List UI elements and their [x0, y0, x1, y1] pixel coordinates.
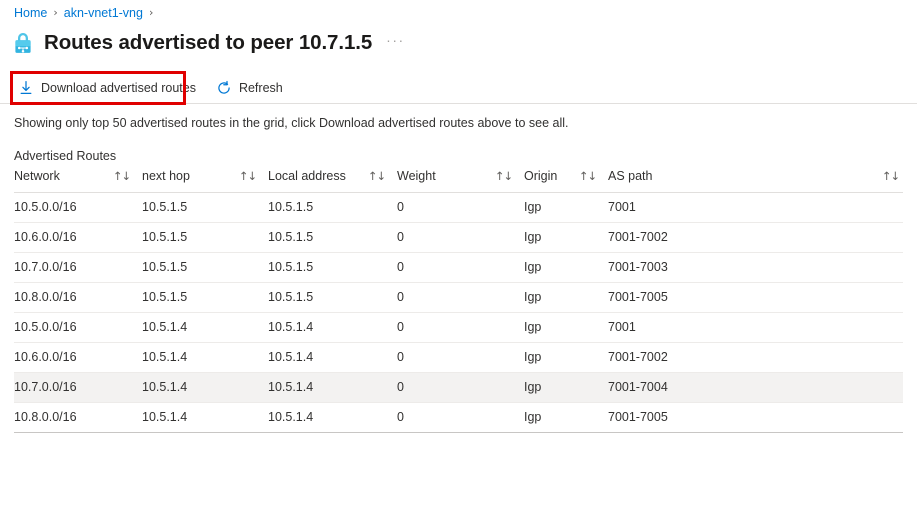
column-header-next-hop[interactable]: next hop ↑↓ [142, 169, 268, 193]
download-advertised-routes-button[interactable]: Download advertised routes [14, 74, 204, 102]
table-header-row: Network ↑↓ next hop ↑↓ Local address ↑↓ … [14, 169, 903, 193]
download-icon [18, 80, 34, 96]
table-row[interactable]: 10.6.0.0/16 10.5.1.4 10.5.1.4 0 Igp 7001-7002 [14, 342, 903, 373]
breadcrumb-separator-icon-2: › [148, 6, 154, 19]
table-body: 10.5.0.0/16 10.5.1.5 10.5.1.5 0 Igp 7001 10.6.… [14, 192, 903, 433]
table-row[interactable]: 10.8.0.0/16 10.5.1.4 10.5.1.4 0 Igp 7001-7005 [14, 402, 903, 433]
cell-origin: Igp [524, 402, 608, 433]
cell-origin: Igp [524, 312, 608, 343]
cell-origin: Igp [524, 192, 608, 223]
sort-origin-icon[interactable]: ↑↓ [579, 169, 597, 183]
cell-next_hop: 10.5.1.5 [142, 222, 268, 253]
table-row[interactable]: 10.7.0.0/16 10.5.1.5 10.5.1.5 0 Igp 7001-7003 [14, 252, 903, 283]
cell-as_path: 7001-7003 [608, 252, 903, 283]
page-header: Routes advertised to peer 10.7.1.5 ··· [12, 29, 405, 57]
cell-network: 10.8.0.0/16 [14, 402, 142, 433]
cell-next_hop: 10.5.1.5 [142, 282, 268, 313]
cell-next_hop: 10.5.1.4 [142, 372, 268, 403]
cell-as_path: 7001-7005 [608, 282, 903, 313]
cell-weight: 0 [397, 252, 524, 283]
cell-network: 10.5.0.0/16 [14, 192, 142, 223]
cell-origin: Igp [524, 282, 608, 313]
cell-network: 10.6.0.0/16 [14, 222, 142, 253]
table-row[interactable]: 10.7.0.0/16 10.5.1.4 10.5.1.4 0 Igp 7001-7004 [14, 372, 903, 403]
more-options-button[interactable]: ··· [386, 33, 405, 52]
cell-weight: 0 [397, 342, 524, 373]
column-header-origin-label: Origin [524, 169, 558, 183]
column-header-as-path[interactable]: AS path ↑↓ [608, 169, 903, 193]
sort-local-address-icon[interactable]: ↑↓ [368, 169, 386, 183]
breadcrumb: Home › akn-vnet1-vng › [14, 5, 159, 21]
table-row[interactable]: 10.5.0.0/16 10.5.1.4 10.5.1.4 0 Igp 7001 [14, 312, 903, 343]
column-header-origin[interactable]: Origin ↑↓ [524, 169, 608, 193]
cell-as_path: 7001-7002 [608, 342, 903, 373]
cell-network: 10.5.0.0/16 [14, 312, 142, 343]
column-header-local-address[interactable]: Local address ↑↓ [268, 169, 397, 193]
cell-weight: 0 [397, 372, 524, 403]
sort-network-icon[interactable]: ↑↓ [113, 169, 131, 183]
vpn-gateway-padlock-icon [12, 31, 34, 55]
top-routes-notice: Showing only top 50 advertised routes in… [14, 116, 569, 130]
cell-as_path: 7001-7002 [608, 222, 903, 253]
cell-origin: Igp [524, 372, 608, 403]
cell-network: 10.7.0.0/16 [14, 252, 142, 283]
cell-local_address: 10.5.1.5 [268, 222, 397, 253]
cell-network: 10.7.0.0/16 [14, 372, 142, 403]
breadcrumb-item-vnet-gateway[interactable]: akn-vnet1-vng [64, 5, 143, 21]
cell-next_hop: 10.5.1.4 [142, 402, 268, 433]
cell-as_path: 7001-7005 [608, 402, 903, 433]
table-row[interactable]: 10.8.0.0/16 10.5.1.5 10.5.1.5 0 Igp 7001-7005 [14, 282, 903, 313]
cell-local_address: 10.5.1.4 [268, 402, 397, 433]
column-header-next-hop-label: next hop [142, 169, 190, 183]
page-title: Routes advertised to peer 10.7.1.5 [44, 31, 373, 54]
refresh-label: Refresh [238, 81, 283, 95]
sort-weight-icon[interactable]: ↑↓ [495, 169, 513, 183]
breadcrumb-item-home[interactable]: Home [14, 5, 47, 21]
cell-weight: 0 [397, 312, 524, 343]
cell-origin: Igp [524, 342, 608, 373]
command-bar: Download advertised routes Refresh [0, 73, 917, 103]
refresh-icon [216, 80, 232, 96]
cell-weight: 0 [397, 402, 524, 433]
cell-as_path: 7001-7004 [608, 372, 903, 403]
cell-next_hop: 10.5.1.5 [142, 252, 268, 283]
column-header-local-address-label: Local address [268, 169, 346, 183]
page-root: Home › akn-vnet1-vng › Routes advertised… [0, 0, 917, 521]
download-advertised-routes-label: Download advertised routes [41, 81, 196, 95]
cell-network: 10.6.0.0/16 [14, 342, 142, 373]
cell-local_address: 10.5.1.5 [268, 192, 397, 223]
cell-weight: 0 [397, 222, 524, 253]
cell-weight: 0 [397, 282, 524, 313]
column-header-weight[interactable]: Weight ↑↓ [397, 169, 524, 193]
sort-next-hop-icon[interactable]: ↑↓ [239, 169, 257, 183]
advertised-routes-label: Advertised Routes [14, 149, 117, 163]
cell-local_address: 10.5.1.5 [268, 252, 397, 283]
table-row[interactable]: 10.6.0.0/16 10.5.1.5 10.5.1.5 0 Igp 7001-7002 [14, 222, 903, 253]
cell-local_address: 10.5.1.4 [268, 372, 397, 403]
cell-local_address: 10.5.1.4 [268, 312, 397, 343]
column-header-network[interactable]: Network ↑↓ [14, 169, 142, 193]
cell-as_path: 7001 [608, 312, 903, 343]
refresh-button[interactable]: Refresh [212, 74, 291, 102]
cell-next_hop: 10.5.1.4 [142, 342, 268, 373]
cell-local_address: 10.5.1.4 [268, 342, 397, 373]
column-header-network-label: Network [14, 169, 60, 183]
cell-weight: 0 [397, 192, 524, 223]
cell-as_path: 7001 [608, 192, 903, 223]
breadcrumb-separator-icon: › [53, 6, 58, 19]
cell-origin: Igp [524, 252, 608, 283]
cell-next_hop: 10.5.1.4 [142, 312, 268, 343]
cell-local_address: 10.5.1.5 [268, 282, 397, 313]
advertised-routes-grid: Network ↑↓ next hop ↑↓ Local address ↑↓ … [14, 169, 903, 433]
cell-next_hop: 10.5.1.5 [142, 192, 268, 223]
column-header-as-path-label: AS path [608, 169, 653, 183]
cell-network: 10.8.0.0/16 [14, 282, 142, 313]
cell-origin: Igp [524, 222, 608, 253]
column-header-weight-label: Weight [397, 169, 436, 183]
toolbar-divider [0, 103, 917, 104]
table-row[interactable]: 10.5.0.0/16 10.5.1.5 10.5.1.5 0 Igp 7001 [14, 192, 903, 223]
sort-as-path-icon[interactable]: ↑↓ [882, 169, 900, 183]
